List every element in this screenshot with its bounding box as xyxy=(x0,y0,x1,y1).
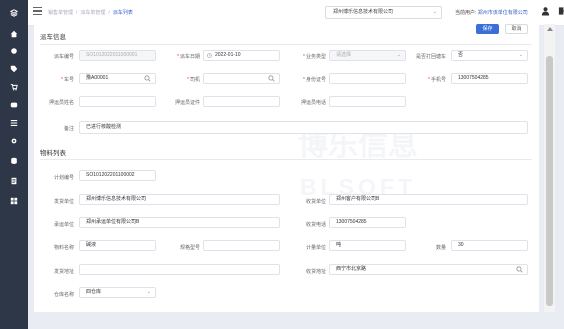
escort-cert-field[interactable] xyxy=(203,96,280,107)
trip-type-select[interactable]: 否 ⌄ xyxy=(451,50,528,61)
carrier-unit-field[interactable]: 郑州承运单位有限公司B xyxy=(79,217,280,228)
scrollbar-thumb[interactable] xyxy=(546,56,553,306)
search-icon[interactable] xyxy=(144,75,151,82)
escort-cert-label: 押运员证件 xyxy=(174,100,200,106)
recv-unit-field[interactable]: 郑州客户有限公司B xyxy=(329,194,528,205)
current-user: 当前用户: 郑州市该单位有限公司 xyxy=(455,9,528,16)
menu-toggle-icon[interactable] xyxy=(33,7,42,16)
plate-label: *车号 xyxy=(61,77,74,83)
chevron-down-icon: ⌄ xyxy=(432,9,437,15)
trip-type-value: 否 xyxy=(458,52,464,58)
ship-unit-field[interactable]: 郑州博乐信息技术有限公司 xyxy=(79,194,280,205)
bell-icon[interactable] xyxy=(9,46,19,56)
business-type-select[interactable]: 请选择 ⌄ xyxy=(329,50,406,61)
phone-field[interactable]: 13007504285 xyxy=(451,73,528,84)
recv-addr-value: 西宁市北京路 xyxy=(336,266,367,272)
report-icon[interactable] xyxy=(9,176,19,186)
database-icon[interactable] xyxy=(9,156,19,166)
business-type-value: 请选择 xyxy=(336,52,352,58)
divider xyxy=(40,159,532,160)
ship-addr-field[interactable] xyxy=(79,264,280,275)
sidebar xyxy=(0,0,28,329)
breadcrumb-item[interactable]: 销售单管理 xyxy=(48,10,73,16)
save-button[interactable]: 保存 xyxy=(476,24,499,34)
remark-label: 备注 xyxy=(63,126,74,132)
scroll-up-icon[interactable] xyxy=(546,27,553,31)
recv-addr-field[interactable]: 西宁市北京路 xyxy=(329,264,528,275)
spec-field[interactable] xyxy=(203,240,280,251)
warehouse-value: 四仓库 xyxy=(86,289,102,295)
order-no-label: 派车编号 xyxy=(53,54,74,60)
material-label: 物料名称 xyxy=(53,245,74,251)
chevron-down-icon: ⌄ xyxy=(396,52,401,58)
id-card-label: *身份证号 xyxy=(303,77,326,83)
breadcrumb: 销售单管理 / 派车单管理 / 派车列表 xyxy=(48,10,133,16)
warehouse-select[interactable]: 四仓库 ⌄ xyxy=(79,287,156,298)
order-no-field: SO1012022011000001 xyxy=(79,50,156,61)
top-bar: 销售单管理 / 派车单管理 / 派车列表 郑州博乐信息技术有限公司 ⌄ 当前用户: 郑州市… xyxy=(28,0,564,26)
plate-field[interactable]: 豫A00001 xyxy=(79,73,156,84)
ship-addr-label: 发货地址 xyxy=(53,269,74,275)
divider xyxy=(40,44,532,45)
logout-icon[interactable] xyxy=(558,6,564,16)
home-icon[interactable] xyxy=(9,29,19,39)
date-value: 2022-01-10 xyxy=(215,52,241,58)
qty-field[interactable]: 30 xyxy=(451,240,528,251)
escort-name-label: 押运员姓名 xyxy=(48,100,74,106)
plan-no-field[interactable]: SO101202201100002 xyxy=(79,170,156,181)
search-icon[interactable] xyxy=(516,266,523,273)
breadcrumb-item[interactable]: 派车单管理 xyxy=(80,10,105,16)
breadcrumb-current: 派车列表 xyxy=(112,10,133,16)
ship-unit-label: 发货单位 xyxy=(53,199,74,205)
date-field[interactable]: 2022-01-10 xyxy=(203,50,280,61)
tag-icon[interactable] xyxy=(9,64,19,74)
recv-unit-label: 收货单位 xyxy=(305,199,326,205)
user-icon[interactable] xyxy=(541,6,550,16)
material-field[interactable]: 碱液 xyxy=(79,240,156,251)
remark-field[interactable]: 已进行核酸检测 xyxy=(79,121,528,134)
unit-field[interactable]: 吨 xyxy=(329,240,406,251)
trip-type-label: 是否打回塘车 xyxy=(415,54,446,60)
chevron-down-icon: ⌄ xyxy=(146,289,151,295)
cart-icon[interactable] xyxy=(9,82,19,92)
layers-icon[interactable] xyxy=(9,8,19,18)
qty-label: 数量 xyxy=(435,245,446,251)
company-select-value: 郑州博乐信息技术有限公司 xyxy=(333,9,394,15)
plan-no-label: 计划编号 xyxy=(53,175,74,181)
phone-label: *手机号 xyxy=(428,77,446,83)
spec-label: 规格型号 xyxy=(179,245,200,251)
recv-phone-field[interactable]: 13007504285 xyxy=(329,217,406,228)
chevron-down-icon: ⌄ xyxy=(518,52,523,58)
id-card-field[interactable] xyxy=(329,73,406,84)
plate-value: 豫A00001 xyxy=(86,75,109,81)
escort-phone-label: 押运员电话 xyxy=(300,100,326,106)
carrier-unit-label: 承运单位 xyxy=(53,222,74,228)
driver-label: *司机 xyxy=(187,77,200,83)
materials-section-title: 物料列表 xyxy=(40,150,66,157)
warehouse-label: 仓库名称 xyxy=(53,292,74,298)
recv-phone-label: 收货电话 xyxy=(305,222,326,228)
business-type-label: *业务类型 xyxy=(303,54,326,60)
current-user-name[interactable]: 郑州市该单位有限公司 xyxy=(478,10,528,16)
link-icon[interactable] xyxy=(9,100,19,110)
gear-icon[interactable] xyxy=(9,136,19,146)
driver-field[interactable] xyxy=(203,73,280,84)
escort-name-field[interactable] xyxy=(79,96,156,107)
current-user-label: 当前用户: xyxy=(455,10,477,16)
company-select[interactable]: 郑州博乐信息技术有限公司 ⌄ xyxy=(325,6,442,19)
grid-icon[interactable] xyxy=(9,196,19,206)
list-icon[interactable] xyxy=(9,118,19,128)
recv-addr-label: 收货地址 xyxy=(305,269,326,275)
clock-icon xyxy=(207,53,212,58)
date-label: *派车日期 xyxy=(177,54,200,60)
search-icon[interactable] xyxy=(268,75,275,82)
cancel-button[interactable]: 取消 xyxy=(505,24,528,34)
unit-label: 计量单位 xyxy=(305,245,326,251)
escort-phone-field[interactable] xyxy=(329,96,406,107)
dispatch-section-title: 派车信息 xyxy=(40,34,66,41)
